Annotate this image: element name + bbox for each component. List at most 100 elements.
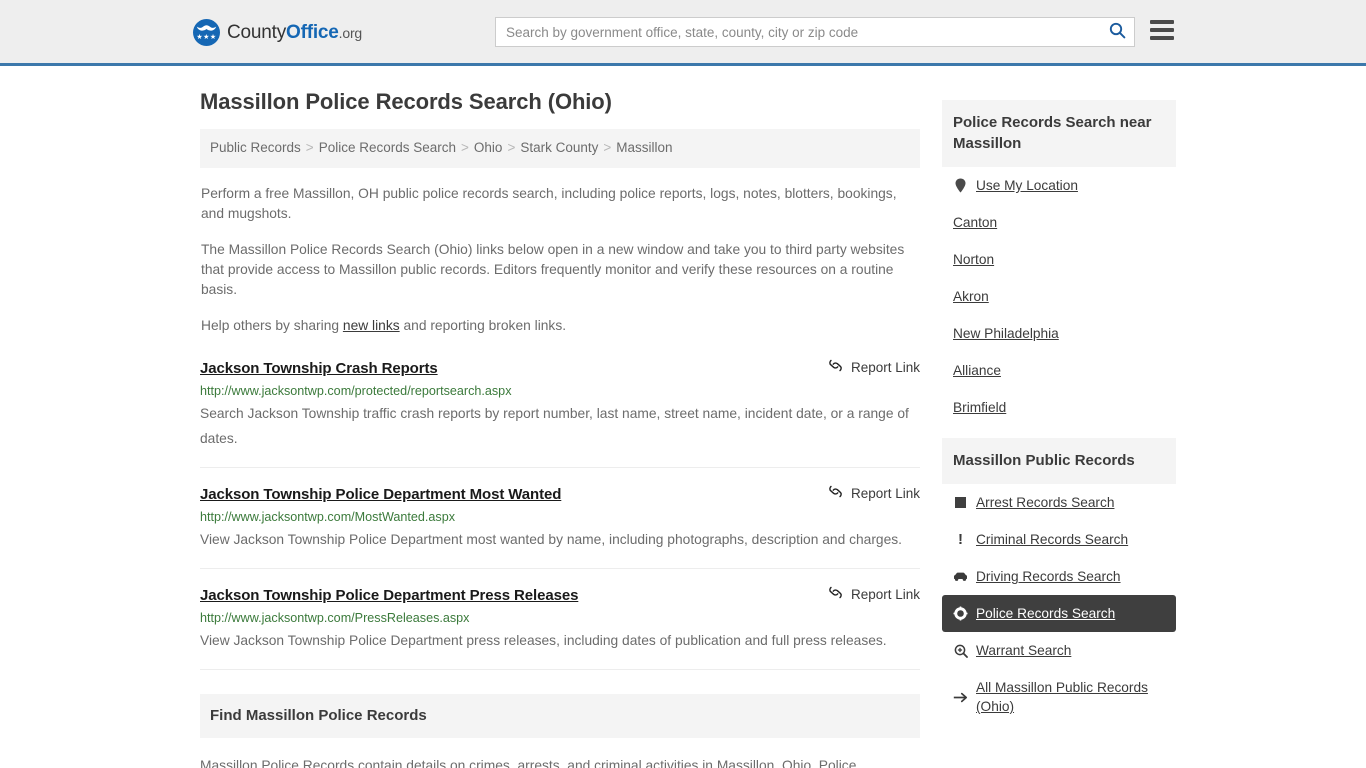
sidebar-item-label: Driving Records Search <box>976 569 1121 584</box>
eagle-seal-icon: ★★★ <box>193 19 220 46</box>
fingerprint-icon <box>953 497 968 508</box>
breadcrumb-item-stark-county[interactable]: Stark County <box>520 140 598 155</box>
logo-stars: ★★★ <box>196 34 217 41</box>
magnifier-plus-icon <box>953 644 968 658</box>
breadcrumb-separator: > <box>461 140 469 155</box>
sidebar-item-label: Alliance <box>953 363 1001 378</box>
result-item: Jackson Township Police Department Press… <box>200 585 920 670</box>
sidebar-item-brimfield[interactable]: Brimfield <box>942 389 1176 426</box>
brand-part-office: Office <box>286 21 339 43</box>
site-header: ★★★ CountyOffice.org <box>0 0 1366 66</box>
intro-paragraph-1: Perform a free Massillon, OH public poli… <box>201 186 897 221</box>
search-icon <box>1109 22 1126 42</box>
sidebar-item-label: Arrest Records Search <box>976 495 1115 510</box>
header-inner: ★★★ CountyOffice.org <box>0 0 1366 63</box>
report-link-label: Report Link <box>850 586 920 602</box>
new-links-link[interactable]: new links <box>343 318 400 333</box>
result-description: View Jackson Township Police Department … <box>200 532 902 547</box>
result-item: Jackson Township Crash Reports Report Li… <box>200 358 920 468</box>
arrow-right-icon <box>953 692 968 703</box>
sidebar-item-warrant-search[interactable]: Warrant Search <box>942 632 1176 669</box>
sidebar-panel-nearby: Police Records Search near Massillon Use… <box>942 100 1176 426</box>
result-url[interactable]: http://www.jacksontwp.com/MostWanted.asp… <box>200 510 920 525</box>
hamburger-bar <box>1150 28 1174 32</box>
search-bar <box>495 17 1135 47</box>
sidebar-item-label: Brimfield <box>953 400 1007 415</box>
car-icon <box>953 571 968 582</box>
result-header: Jackson Township Police Department Press… <box>200 585 920 605</box>
sidebar-item-arrest-records-search[interactable]: Arrest Records Search <box>942 484 1176 521</box>
sidebar-nearby-links: Use My Location Canton Norton Akron New … <box>942 167 1176 426</box>
brand-part-org: .org <box>338 24 363 41</box>
results-list: Jackson Township Crash Reports Report Li… <box>200 358 920 670</box>
report-link-button[interactable]: Report Link <box>814 585 920 603</box>
sidebar-item-norton[interactable]: Norton <box>942 241 1176 278</box>
sidebar-item-alliance[interactable]: Alliance <box>942 352 1176 389</box>
page-title: Massillon Police Records Search (Ohio) <box>200 89 612 114</box>
intro-p3-after: and reporting broken links. <box>399 318 567 333</box>
sidebar-heading-public-records: Massillon Public Records <box>942 438 1176 484</box>
brand-text: CountyOffice.org <box>227 22 362 44</box>
sidebar-item-police-records-search[interactable]: Police Records Search <box>942 595 1176 632</box>
sidebar-item-akron[interactable]: Akron <box>942 278 1176 315</box>
sidebar-item-label: Norton <box>953 252 995 267</box>
sidebar-item-label: Police Records Search <box>976 606 1116 621</box>
intro-p3-before: Help others by sharing <box>201 318 343 333</box>
report-link-label: Report Link <box>850 359 920 375</box>
search-button[interactable] <box>1100 18 1134 46</box>
police-badge-icon <box>953 606 968 621</box>
result-url[interactable]: http://www.jacksontwp.com/protected/repo… <box>200 384 920 399</box>
site-logo[interactable]: ★★★ CountyOffice.org <box>193 19 362 46</box>
breadcrumb-item-public-records[interactable]: Public Records <box>210 140 301 155</box>
search-input[interactable] <box>496 19 1100 45</box>
breadcrumb-separator: > <box>603 140 612 155</box>
intro-paragraph-2: The Massillon Police Records Search (Ohi… <box>201 242 905 297</box>
report-link-label: Report Link <box>850 485 920 501</box>
exclamation-icon: ! <box>958 531 963 548</box>
sidebar-item-driving-records-search[interactable]: Driving Records Search <box>942 558 1176 595</box>
find-records-heading: Find Massillon Police Records <box>200 694 920 738</box>
result-title-link[interactable]: Jackson Township Police Department Press… <box>200 587 578 604</box>
sidebar-item-label: Criminal Records Search <box>976 532 1129 547</box>
hamburger-menu-icon[interactable] <box>1150 20 1174 40</box>
sidebar-item-label: Use My Location <box>976 178 1078 193</box>
breadcrumb-item-ohio[interactable]: Ohio <box>474 140 503 155</box>
result-title-link[interactable]: Jackson Township Crash Reports <box>200 360 438 377</box>
sidebar-item-label: Akron <box>953 289 989 304</box>
sidebar-item-new-philadelphia[interactable]: New Philadelphia <box>942 315 1176 352</box>
main-column: Massillon Police Records Search (Ohio) P… <box>200 66 920 768</box>
breadcrumb-separator: > <box>305 140 314 155</box>
sidebar-item-label: New Philadelphia <box>953 326 1059 341</box>
sidebar: Police Records Search near Massillon Use… <box>942 66 1176 729</box>
brand-part-county: County <box>227 21 287 43</box>
intro-text: Perform a free Massillon, OH public poli… <box>200 184 920 336</box>
broken-link-icon <box>828 484 843 502</box>
breadcrumb-separator: > <box>507 140 516 155</box>
sidebar-item-all-public-records[interactable]: All Massillon Public Records (Ohio) <box>942 669 1176 725</box>
report-link-button[interactable]: Report Link <box>814 358 920 376</box>
report-link-button[interactable]: Report Link <box>814 484 920 502</box>
hamburger-bar <box>1150 36 1174 40</box>
broken-link-icon <box>828 358 843 376</box>
hamburger-bar <box>1150 20 1174 24</box>
result-url[interactable]: http://www.jacksontwp.com/PressReleases.… <box>200 611 920 626</box>
sidebar-item-canton[interactable]: Canton <box>942 204 1176 241</box>
breadcrumb-item-police-records-search[interactable]: Police Records Search <box>319 140 456 155</box>
result-title-link[interactable]: Jackson Township Police Department Most … <box>200 486 561 503</box>
find-records-paragraph: Massillon Police Records contain details… <box>200 758 857 768</box>
find-records-body: Massillon Police Records contain details… <box>200 756 920 768</box>
result-header: Jackson Township Crash Reports Report Li… <box>200 358 920 378</box>
sidebar-item-label: Canton <box>953 215 998 230</box>
result-item: Jackson Township Police Department Most … <box>200 484 920 569</box>
sidebar-heading-nearby: Police Records Search near Massillon <box>942 100 1176 167</box>
map-pin-icon <box>953 178 968 193</box>
breadcrumb-item-massillon: Massillon <box>616 140 673 155</box>
sidebar-item-label: Warrant Search <box>976 643 1072 658</box>
result-description: Search Jackson Township traffic crash re… <box>200 406 909 446</box>
page-body: Massillon Police Records Search (Ohio) P… <box>0 66 1366 768</box>
sidebar-item-use-my-location[interactable]: Use My Location <box>942 167 1176 204</box>
broken-link-icon <box>828 585 843 603</box>
breadcrumb: Public Records > Police Records Search > Ohi… <box>200 129 920 168</box>
sidebar-item-label: All Massillon Public Records (Ohio) <box>976 680 1148 714</box>
sidebar-item-criminal-records-search[interactable]: ! Criminal Records Search <box>942 521 1176 558</box>
